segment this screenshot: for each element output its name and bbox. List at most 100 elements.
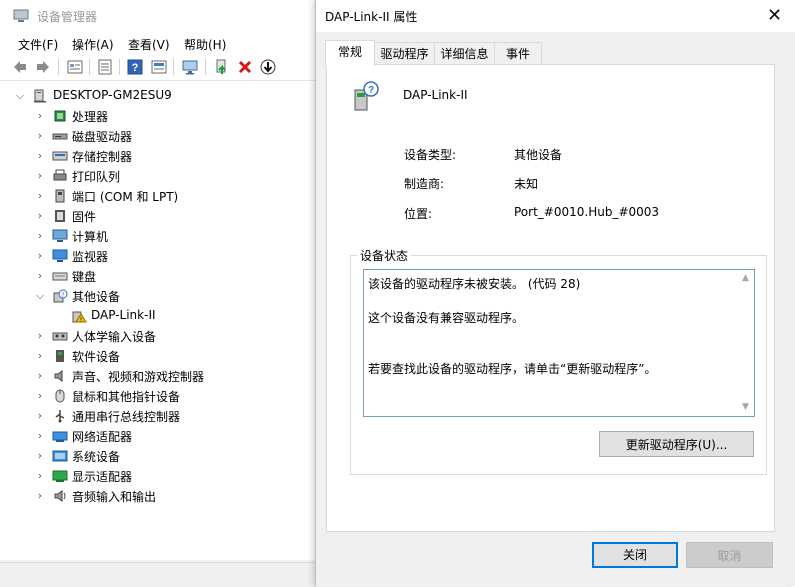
close-icon[interactable]: ✕ bbox=[754, 0, 795, 32]
tree-item-label: 系统设备 bbox=[72, 450, 121, 464]
tree-category-item[interactable]: › 端口 (COM 和 LPT) bbox=[0, 186, 316, 206]
dm-statusbar bbox=[0, 562, 316, 587]
svg-text:?: ? bbox=[368, 85, 374, 96]
tab-events[interactable]: 事件 bbox=[494, 42, 542, 65]
tree-device-item[interactable]: ! DAP-Link-II bbox=[0, 306, 316, 326]
device-manager-window: 设备管理器 文件(F) 操作(A) 查看(V) 帮助(H) ? ⌵ DESKTO… bbox=[0, 0, 316, 587]
tree-category-item[interactable]: › 监视器 bbox=[0, 246, 316, 266]
update-driver-icon[interactable] bbox=[150, 58, 168, 76]
manufacturer-label: 制造商: bbox=[404, 177, 445, 191]
tree-category-item[interactable]: › 打印队列 bbox=[0, 166, 316, 186]
tree-category-item[interactable]: › 音频输入和输出 bbox=[0, 486, 316, 506]
tree-category-item[interactable]: › 鼠标和其他指针设备 bbox=[0, 386, 316, 406]
update-driver-button[interactable]: 更新驱动程序(U)... bbox=[599, 431, 754, 457]
down-arrow-circle-icon[interactable] bbox=[259, 58, 277, 76]
tree-category-item[interactable]: › 固件 bbox=[0, 206, 316, 226]
network-icon bbox=[52, 431, 68, 442]
chevron-right-icon[interactable]: › bbox=[34, 389, 46, 403]
port-icon bbox=[55, 189, 65, 203]
monitor-icon bbox=[52, 249, 68, 262]
enable-device-icon[interactable] bbox=[213, 58, 231, 76]
computer-icon bbox=[34, 89, 46, 103]
menu-help[interactable]: 帮助(H) bbox=[184, 36, 226, 53]
svg-text:?: ? bbox=[132, 62, 139, 74]
keyboard-icon bbox=[52, 272, 68, 281]
tree-category-item[interactable]: › 显示适配器 bbox=[0, 466, 316, 486]
tree-category-item[interactable]: › 磁盘驱动器 bbox=[0, 126, 316, 146]
storage-icon bbox=[52, 151, 68, 161]
tree-category-item[interactable]: › 系统设备 bbox=[0, 446, 316, 466]
tree-item-label: 人体学输入设备 bbox=[72, 330, 157, 344]
dm-window-title: 设备管理器 bbox=[37, 10, 98, 24]
tree-category-item[interactable]: › 软件设备 bbox=[0, 346, 316, 366]
tree-category-item[interactable]: › 存储控制器 bbox=[0, 146, 316, 166]
chevron-right-icon[interactable]: › bbox=[34, 249, 46, 263]
dm-menubar: 文件(F) 操作(A) 查看(V) 帮助(H) bbox=[0, 33, 316, 53]
scroll-up-icon[interactable]: ▲ bbox=[737, 270, 754, 287]
tree-item-label: 计算机 bbox=[72, 230, 109, 244]
tree-item-label: 键盘 bbox=[72, 270, 97, 284]
tree-category-item[interactable]: › 键盘 bbox=[0, 266, 316, 286]
tree-item-label: 处理器 bbox=[72, 110, 109, 124]
chevron-right-icon[interactable]: › bbox=[34, 109, 46, 123]
close-button[interactable]: 关闭 bbox=[592, 542, 678, 568]
chevron-right-icon[interactable]: › bbox=[34, 449, 46, 463]
general-tab-panel: ? DAP-Link-II 设备类型: 其他设备 制造商: 未知 位置: Por… bbox=[326, 64, 775, 532]
chevron-right-icon[interactable]: › bbox=[34, 489, 46, 503]
chevron-down-icon[interactable]: ⌵ bbox=[34, 289, 46, 303]
chevron-right-icon[interactable]: › bbox=[34, 129, 46, 143]
device-status-textbox[interactable]: 该设备的驱动程序未被安装。 (代码 28) 这个设备没有兼容驱动程序。 若要查找… bbox=[363, 269, 755, 417]
tab-driver[interactable]: 驱动程序 bbox=[374, 42, 435, 65]
list-icon[interactable] bbox=[96, 58, 114, 76]
tree-item-label: 打印队列 bbox=[72, 170, 121, 184]
cancel-button[interactable]: 取消 bbox=[686, 542, 773, 568]
arrow-left-icon[interactable] bbox=[11, 58, 29, 76]
device-type-value: 其他设备 bbox=[514, 148, 563, 162]
tree-category-item[interactable]: › 计算机 bbox=[0, 226, 316, 246]
tree-item-label: 端口 (COM 和 LPT) bbox=[72, 190, 179, 204]
tree-category-item[interactable]: › 网络适配器 bbox=[0, 426, 316, 446]
properties-dialog: DAP-Link-II 属性 ✕ 常规 驱动程序 详细信息 事件 ? DAP-L… bbox=[316, 0, 795, 586]
tree-category-item[interactable]: › 人体学输入设备 bbox=[0, 326, 316, 346]
chevron-right-icon[interactable]: › bbox=[34, 329, 46, 343]
chevron-right-icon[interactable]: › bbox=[34, 149, 46, 163]
chevron-down-icon[interactable]: ⌵ bbox=[14, 89, 26, 103]
help-icon[interactable]: ? bbox=[126, 58, 144, 76]
monitor-scan-icon[interactable] bbox=[181, 58, 199, 76]
other-devices-icon: ? bbox=[53, 289, 68, 303]
chevron-right-icon[interactable]: › bbox=[34, 189, 46, 203]
menu-file[interactable]: 文件(F) bbox=[18, 36, 58, 53]
tree-category-item[interactable]: › 通用串行总线控制器 bbox=[0, 406, 316, 426]
menu-view[interactable]: 查看(V) bbox=[128, 36, 170, 53]
chevron-right-icon[interactable]: › bbox=[34, 269, 46, 283]
red-x-icon[interactable] bbox=[236, 58, 254, 76]
chevron-right-icon[interactable]: › bbox=[34, 169, 46, 183]
speaker-icon bbox=[54, 370, 63, 382]
chevron-right-icon[interactable]: › bbox=[34, 349, 46, 363]
properties-icon[interactable] bbox=[66, 58, 84, 76]
unknown-device-icon: ? bbox=[354, 81, 379, 111]
svg-text:!: ! bbox=[80, 317, 82, 324]
chevron-right-icon[interactable]: › bbox=[34, 469, 46, 483]
scroll-down-icon[interactable]: ▼ bbox=[737, 399, 754, 416]
tab-general[interactable]: 常规 bbox=[325, 40, 375, 66]
chevron-right-icon[interactable]: › bbox=[34, 229, 46, 243]
tree-item-label: 存储控制器 bbox=[72, 150, 133, 164]
tree-category-item[interactable]: › 处理器 bbox=[0, 106, 316, 126]
chevron-right-icon[interactable]: › bbox=[34, 409, 46, 423]
tree-item-label: 固件 bbox=[72, 210, 97, 224]
menu-action[interactable]: 操作(A) bbox=[72, 36, 114, 53]
status-scrollbar[interactable]: ▲ ▼ bbox=[737, 270, 754, 416]
tab-details[interactable]: 详细信息 bbox=[434, 42, 495, 65]
device-type-label: 设备类型: bbox=[404, 148, 457, 162]
tree-item-label: 其他设备 bbox=[72, 290, 121, 304]
arrow-right-icon[interactable] bbox=[34, 58, 52, 76]
display-icon bbox=[52, 470, 68, 482]
device-name: DAP-Link-II bbox=[403, 88, 468, 102]
chevron-right-icon[interactable]: › bbox=[34, 369, 46, 383]
tree-category-item[interactable]: ⌵? 其他设备 bbox=[0, 286, 316, 306]
chevron-right-icon[interactable]: › bbox=[34, 209, 46, 223]
chevron-right-icon[interactable]: › bbox=[34, 429, 46, 443]
tree-category-item[interactable]: › 声音、视频和游戏控制器 bbox=[0, 366, 316, 386]
tree-root[interactable]: ⌵ DESKTOP-GM2ESU9 bbox=[0, 86, 316, 106]
